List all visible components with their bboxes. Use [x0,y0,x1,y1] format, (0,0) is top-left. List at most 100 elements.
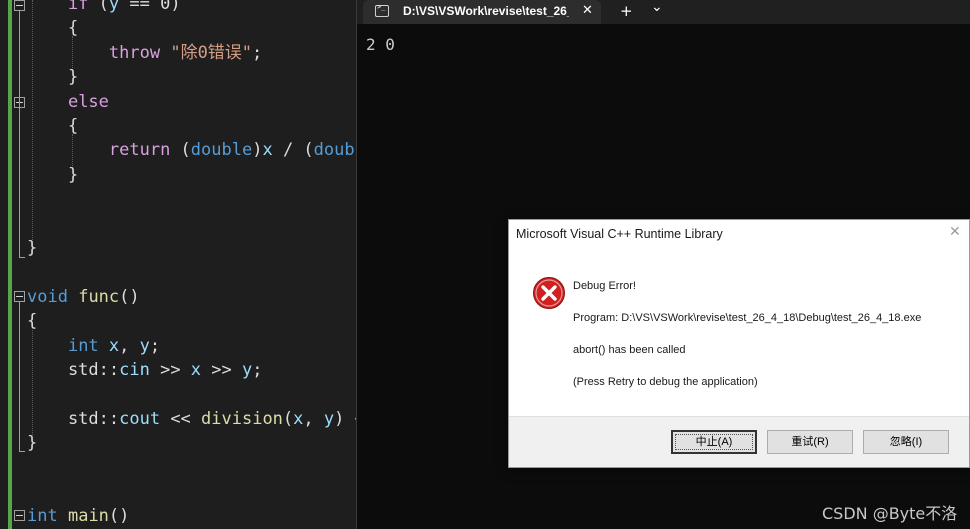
code-token: () [119,286,140,307]
terminal-tab-bar: D:\VS\VSWork\revise\test_26_4_18\Debug\t… [357,0,970,24]
code-token: ; [149,335,161,356]
code-token: if [67,0,89,14]
code-line: } [27,163,78,187]
code-token: std:: [27,408,120,429]
new-tab-button[interactable]: + [620,2,633,20]
code-token: y [242,360,253,380]
fold-collapse-icon[interactable] [14,510,25,521]
code-token: { [27,116,79,136]
code-token: 0 [160,0,171,14]
code-token: == [119,0,161,14]
code-token: << [160,408,202,429]
code-token: , [119,335,140,356]
code-token: else [67,91,109,112]
abort-message: abort() has been called [573,344,686,356]
code-token: >> [149,360,191,380]
code-token: ( [282,408,294,429]
code-editor[interactable]: if (y == 0) { throw "除0错误"; } else { ret… [0,0,356,529]
code-line: } [27,431,37,455]
dialog-titlebar[interactable]: Microsoft Visual C++ Runtime Library ✕ [509,220,969,250]
code-token: () [108,506,130,527]
code-token: division [201,408,283,429]
code-token: { [27,311,38,332]
code-token: , [303,408,324,429]
code-token: std:: [27,360,120,380]
code-line: int main() [27,504,129,528]
code-line: return (double)x / (double) [27,138,356,162]
chevron-down-icon[interactable]: ⌄ [651,0,663,15]
code-line: std::cin >> x >> y; [27,358,263,382]
code-line: } [27,236,37,260]
code-token: } [27,164,79,185]
code-token: ; [252,360,263,380]
retry-button[interactable]: 重试(R) [767,430,853,454]
retry-hint: (Press Retry to debug the application) [573,376,758,388]
code-token: >> [201,360,242,380]
abort-button[interactable]: 中止(A) [671,430,757,454]
code-token: x [190,360,202,380]
code-token: y [323,408,335,429]
code-line: else [27,90,109,114]
code-token: cin [119,360,150,380]
code-token: "除0错误" [170,42,253,63]
code-token: ; [252,42,263,63]
code-line: void func() [27,285,140,309]
change-indicator-bar [8,0,12,529]
code-token: y [139,335,150,356]
code-token: y [108,0,120,14]
close-icon[interactable]: ✕ [949,224,961,240]
code-token: int [67,335,99,356]
dialog-button-bar: 中止(A) 重试(R) 忽略(I) [509,416,969,467]
code-token: } [27,238,38,258]
code-token: { [27,18,79,39]
code-token: cout [119,408,161,429]
terminal-tab[interactable]: D:\VS\VSWork\revise\test_26_4_18\Debug\t… [363,0,601,24]
code-line: if (y == 0) [27,0,181,16]
code-line: } [27,65,78,89]
code-token: throw [108,42,161,63]
outline-line [19,301,20,451]
code-token: ) [252,140,263,161]
code-token: void [27,286,68,307]
runtime-error-dialog: Microsoft Visual C++ Runtime Library ✕ D… [508,219,970,468]
code-token: ( [88,0,109,14]
code-line: std::cout << division(x, y) << [27,407,356,431]
error-heading: Debug Error! [573,280,636,292]
code-token: func [78,286,120,307]
outline-line [19,10,20,257]
error-icon [533,277,565,309]
terminal-icon [375,3,389,17]
code-line: { [27,309,37,333]
code-line: { [27,16,78,40]
code-token: return [108,140,171,161]
code-token: ) << [334,408,356,429]
code-token: x [262,140,273,161]
program-path-text: Program: D:\VS\VSWork\revise\test_26_4_1… [573,312,922,324]
code-token: / ( [272,140,314,161]
outline-line [19,257,25,258]
code-token: ) [170,0,181,14]
code-token: } [27,433,38,454]
ignore-button[interactable]: 忽略(I) [863,430,949,454]
tab-close-icon[interactable]: ✕ [582,3,593,18]
code-token: double [190,140,253,161]
watermark-text: CSDN @Byte不洛 [822,504,958,523]
code-line: int x, y; [27,334,160,358]
dialog-body: Debug Error! Program: D:\VS\VSWork\revis… [509,250,969,416]
terminal-tab-title: D:\VS\VSWork\revise\test_26_4_18\Debug\t… [403,4,569,18]
code-token: main [67,506,109,527]
outline-line [19,451,25,452]
code-token: int [27,506,58,527]
terminal-output: 2 0 [366,35,395,54]
code-token: } [27,67,79,88]
dialog-title: Microsoft Visual C++ Runtime Library [516,227,723,241]
code-token: ( [170,140,191,161]
